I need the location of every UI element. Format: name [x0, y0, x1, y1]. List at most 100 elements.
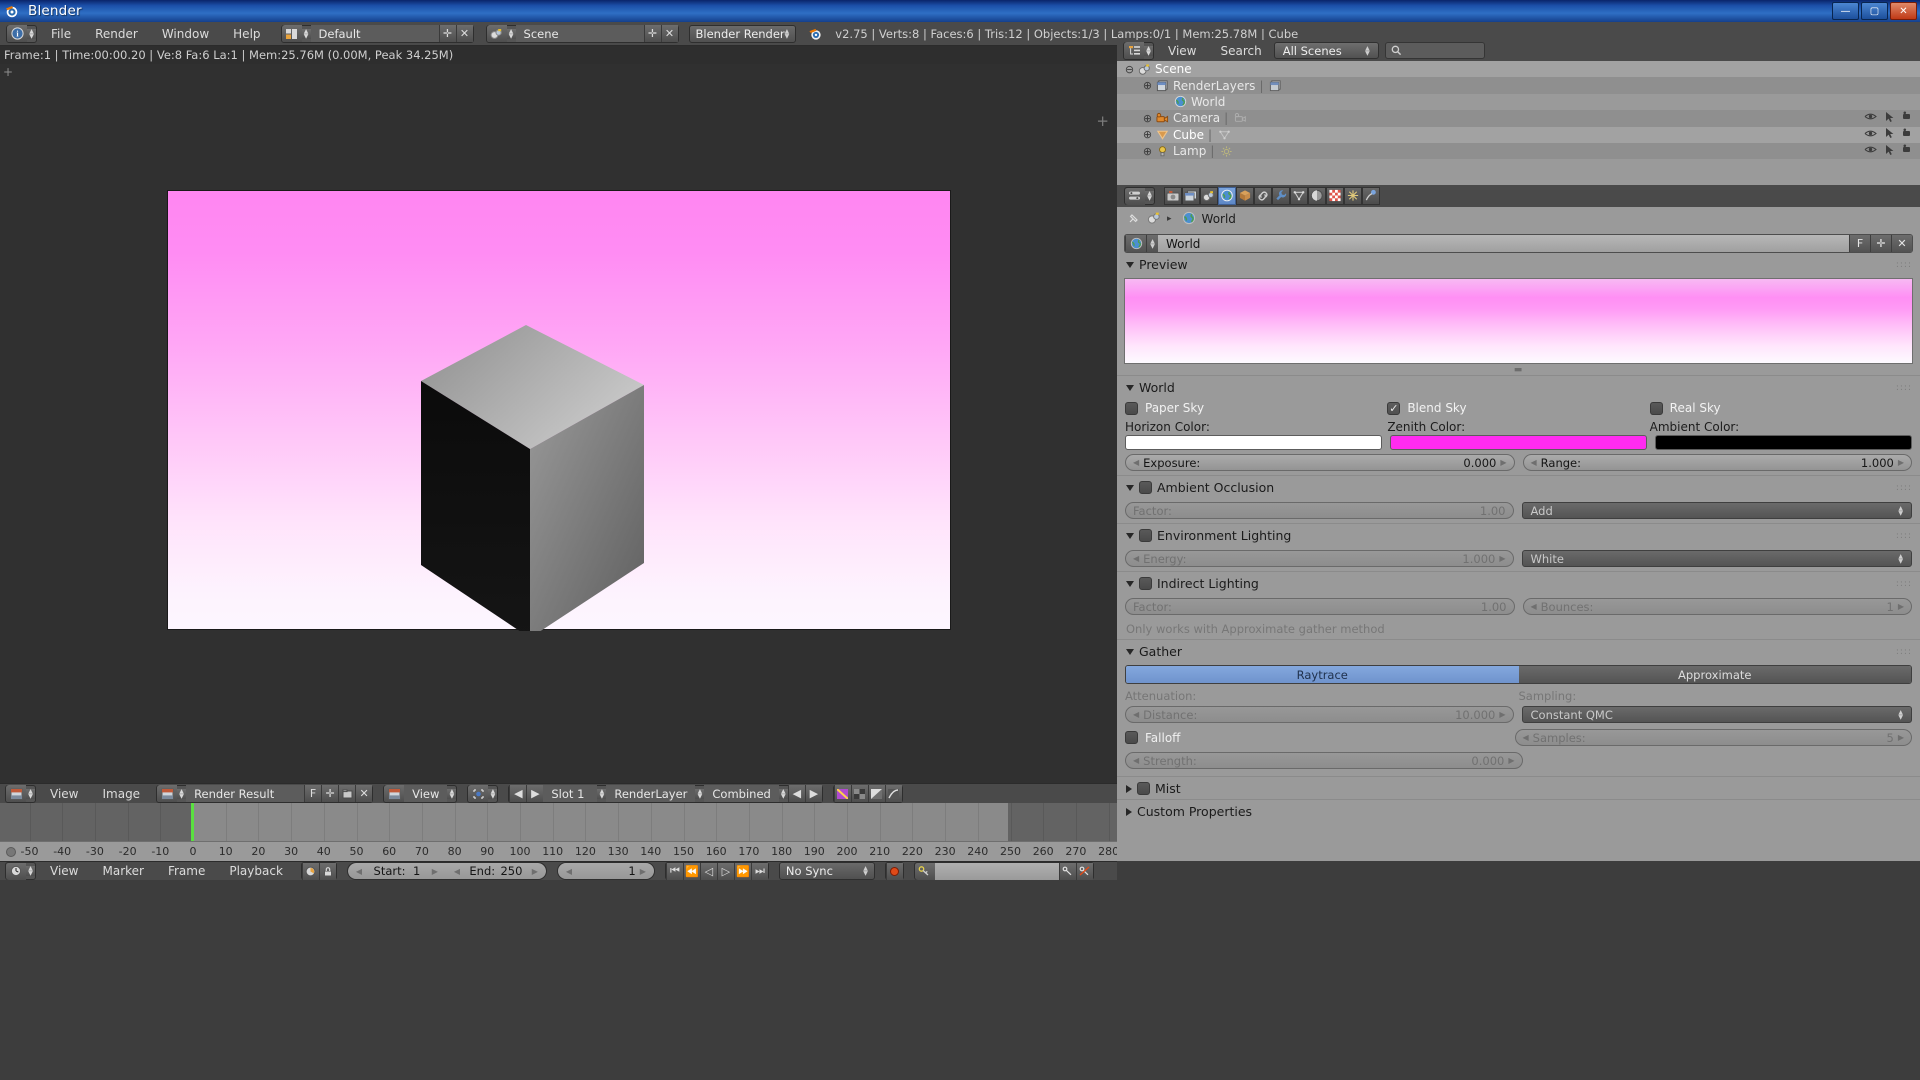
image-menu-view[interactable]: View [38, 783, 90, 805]
timeline-menu-view[interactable]: View [38, 860, 90, 882]
image-name-value[interactable]: Render Result [186, 785, 305, 802]
env-source-spin[interactable]: ▲ ▼ [1898, 553, 1903, 564]
world-unlink-button[interactable]: ✕ [1891, 235, 1912, 252]
record-red-icon[interactable] [885, 862, 903, 880]
sync-mode-spin[interactable]: ▲ ▼ [863, 866, 868, 877]
env-collapse-icon[interactable] [1126, 532, 1134, 539]
world-datablock-name[interactable]: World [1158, 235, 1849, 252]
keying-set-value[interactable] [934, 862, 1059, 880]
image-editor-type-selector[interactable]: ▲ ▼ [5, 784, 36, 803]
indirect-bounces-field[interactable]: ◀ Bounces: 1 ▶ [1522, 598, 1912, 615]
slot-spin[interactable]: ▲ ▼ [597, 788, 607, 799]
start-frame-field[interactable]: ◀ Start: 1 ▶ [347, 863, 446, 879]
gather-collapse-icon[interactable] [1126, 648, 1134, 655]
properties-render-tab[interactable] [1164, 187, 1182, 205]
frame-inc-arrow[interactable]: ▶ [640, 867, 646, 876]
color-management-icon[interactable] [884, 785, 902, 802]
add-screen-layout-button[interactable]: ✛ [438, 25, 456, 42]
maximize-button[interactable]: ▢ [1861, 2, 1888, 20]
outliner-menu-search[interactable]: Search [1208, 40, 1273, 62]
range-field[interactable]: ◀ Range: 1.000 ▶ [1522, 454, 1912, 471]
gather-strength-value[interactable]: 0.000 [1471, 754, 1504, 768]
keying-set-selector[interactable] [913, 862, 1094, 880]
properties-material-tab[interactable] [1308, 187, 1326, 205]
env-source-dropdown[interactable]: White ▲ ▼ [1521, 550, 1912, 567]
timeline-playhead[interactable] [191, 803, 194, 841]
editor-type-spin[interactable]: ▲ ▼ [27, 28, 36, 39]
properties-texture-tab[interactable] [1326, 187, 1344, 205]
panel-header-ambient-occlusion[interactable]: Ambient Occlusion :::: [1117, 475, 1920, 498]
menu-render[interactable]: Render [83, 23, 150, 45]
indirect-factor-field[interactable]: Factor: 1.00 [1125, 598, 1515, 615]
gather-sampling-dropdown[interactable]: Constant QMC ▲ ▼ [1521, 706, 1912, 723]
pass-prev-button[interactable]: ◀ [787, 785, 805, 802]
restrict-select-icon[interactable] [1884, 111, 1895, 126]
close-button[interactable]: ✕ [1890, 2, 1917, 20]
sync-mode-selector[interactable]: No Sync ▲ ▼ [778, 862, 875, 880]
image-view-mode-spin[interactable]: ▲ ▼ [447, 788, 457, 799]
restrict-select-icon[interactable] [1884, 144, 1895, 159]
add-scene-button[interactable]: ✛ [643, 25, 661, 42]
jump-to-start-icon[interactable]: ⏮ [665, 862, 683, 880]
world-datablock-selector[interactable]: ▲ ▼ World F ✛ ✕ [1124, 234, 1913, 253]
play-icon[interactable]: ▷ [716, 862, 734, 880]
render-layer-value[interactable]: RenderLayer [606, 785, 696, 802]
indirect-enable-checkbox[interactable] [1139, 577, 1152, 590]
outliner-menu-view[interactable]: View [1156, 40, 1208, 62]
restrict-render-icon[interactable] [1902, 128, 1914, 142]
ao-factor-value[interactable]: 1.00 [1480, 504, 1506, 518]
delete-scene-button[interactable]: ✕ [660, 25, 678, 42]
record-button[interactable] [884, 862, 904, 880]
properties-object-tab[interactable] [1236, 187, 1254, 205]
properties-world-tab[interactable] [1218, 187, 1236, 205]
frame-range-group[interactable]: ◀ Start: 1 ▶ ◀ End: 250 ▶ [346, 862, 547, 880]
preview-collapse-icon[interactable] [1126, 261, 1134, 268]
outliner-row-camera[interactable]: ⊕ Camera | [1117, 110, 1920, 127]
start-inc-arrow[interactable]: ▶ [432, 867, 438, 876]
panel-header-gather[interactable]: Gather :::: [1117, 639, 1920, 662]
image-view-mode-selector[interactable]: View ▲ ▼ [383, 784, 458, 803]
z-buffer-icon[interactable] [867, 785, 885, 802]
renderlayers-data-icon[interactable] [1267, 79, 1283, 92]
outliner-expander-icon[interactable]: ⊕ [1141, 112, 1154, 125]
ambient-color-swatch[interactable] [1655, 435, 1912, 450]
properties-modifiers-tab[interactable] [1272, 187, 1290, 205]
range-inc-arrow[interactable]: ▶ [1898, 458, 1904, 467]
search-input[interactable] [1384, 42, 1485, 59]
alpha-icon[interactable] [850, 785, 868, 802]
gather-distance-field[interactable]: ◀ Distance: 10.000 ▶ [1125, 706, 1514, 723]
ao-blend-mode-dropdown[interactable]: Add ▲ ▼ [1521, 502, 1912, 519]
timeline-editor[interactable]: -50 -40 -30 -20 -10 0 10 20 30 40 50 60 70 80 90 100 110… [0, 803, 1119, 861]
distance-dec-arrow[interactable]: ◀ [1133, 710, 1139, 719]
panel-header-environment-lighting[interactable]: Environment Lighting :::: [1117, 523, 1920, 546]
panel-header-preview[interactable]: Preview :::: [1117, 253, 1920, 275]
scene-spin[interactable]: ▲ ▼ [506, 28, 516, 39]
start-dec-arrow[interactable]: ◀ [356, 867, 362, 876]
render-pass-value[interactable]: Combined [704, 785, 779, 802]
panel-header-custom-properties[interactable]: Custom Properties [1117, 799, 1920, 822]
color-and-alpha-icon[interactable] [833, 785, 851, 802]
image-view-mode-value[interactable]: View [404, 785, 448, 802]
indirect-factor-value[interactable]: 1.00 [1481, 600, 1507, 614]
lock-icon[interactable] [318, 862, 336, 880]
current-frame-value[interactable]: 1 [628, 864, 635, 878]
mist-expand-icon[interactable] [1126, 784, 1132, 793]
outliner-expander-icon[interactable]: ⊕ [1141, 145, 1154, 158]
panel-header-mist[interactable]: Mist [1117, 776, 1920, 799]
falloff-box[interactable] [1125, 731, 1138, 744]
menu-help[interactable]: Help [221, 23, 272, 45]
outliner-editor-type-selector[interactable]: ▲ ▼ [1123, 41, 1154, 60]
world-new-button[interactable]: ✛ [1870, 235, 1891, 252]
record-icon[interactable] [301, 862, 319, 880]
image-editor-spin[interactable]: ▲ ▼ [26, 788, 35, 799]
key-remove-icon[interactable] [1075, 862, 1093, 880]
timeline-ruler[interactable]: -50 -40 -30 -20 -10 0 10 20 30 40 50 60 70 80 90 100 110… [0, 841, 1119, 861]
timeline-menu-frame[interactable]: Frame [156, 860, 217, 882]
pivot-spin[interactable]: ▲ ▼ [488, 788, 498, 799]
outliner-expander-icon[interactable]: ⊕ [1141, 128, 1154, 141]
world-datablock-browse-icon[interactable] [1125, 235, 1146, 252]
key-add-icon[interactable] [1058, 862, 1076, 880]
image-new-button[interactable]: ✛ [321, 785, 339, 802]
blend-sky-box[interactable]: ✓ [1387, 401, 1401, 415]
exposure-inc-arrow[interactable]: ▶ [1500, 458, 1506, 467]
